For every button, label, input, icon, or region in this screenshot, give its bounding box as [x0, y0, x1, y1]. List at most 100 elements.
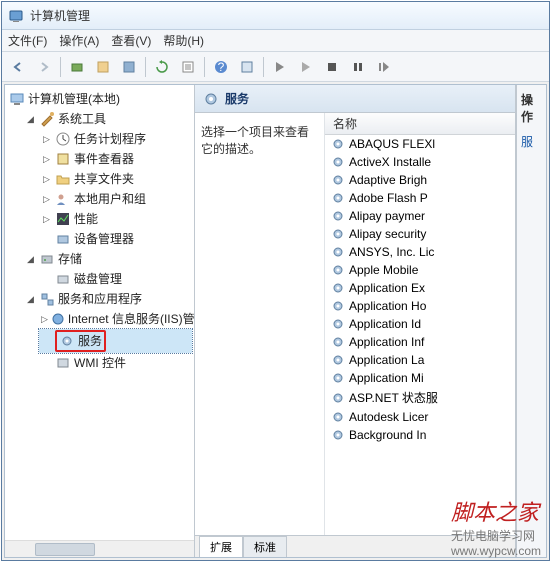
service-item[interactable]: Apple Mobile	[325, 261, 515, 279]
pause-button[interactable]	[346, 55, 370, 79]
tab-extended[interactable]: 扩展	[199, 536, 243, 557]
actions-header: 操作	[521, 91, 542, 125]
app-window: 计算机管理 文件(F) 操作(A) 查看(V) 帮助(H) ?	[1, 1, 550, 561]
middle-panel: 服务 选择一个项目来查看它的描述。 名称 ABAQUS FLEXlActiveX…	[195, 85, 516, 557]
play2-button[interactable]	[294, 55, 318, 79]
tree-wmi[interactable]: WMI 控件	[39, 353, 192, 373]
toolbar: ?	[2, 52, 549, 82]
play-button[interactable]	[268, 55, 292, 79]
help-button[interactable]: ?	[209, 55, 233, 79]
services-list-body[interactable]: ABAQUS FLEXl ActiveX Installe Adaptive Bri…	[325, 135, 515, 535]
service-item[interactable]: Application Ex	[325, 279, 515, 297]
expand-icon[interactable]: ▷	[41, 134, 52, 145]
service-name: Apple Mobile	[349, 263, 418, 277]
actions-services[interactable]: 服	[521, 133, 542, 150]
tab-standard[interactable]: 标准	[243, 536, 287, 557]
tree-services-apps[interactable]: ◢ 服务和应用程序	[23, 289, 192, 309]
service-item[interactable]: Application La	[325, 351, 515, 369]
middle-header: 服务	[195, 85, 515, 113]
expand-icon[interactable]: ▷	[41, 154, 52, 165]
menu-view[interactable]: 查看(V)	[111, 32, 151, 49]
clock-icon	[55, 131, 71, 147]
tree-root[interactable]: 计算机管理(本地)	[7, 89, 192, 109]
expand-icon[interactable]: ▷	[41, 214, 52, 225]
service-item[interactable]: ActiveX Installe	[325, 153, 515, 171]
titlebar[interactable]: 计算机管理	[2, 2, 549, 30]
service-item[interactable]: Application Ho	[325, 297, 515, 315]
service-item[interactable]: Application Mi	[325, 369, 515, 387]
service-name: ASP.NET 状态服	[349, 389, 438, 406]
tree-performance[interactable]: ▷性能	[39, 209, 192, 229]
computer-icon	[9, 91, 25, 107]
app-icon	[8, 8, 24, 24]
service-name: Alipay paymer	[349, 209, 425, 223]
service-item[interactable]: ASP.NET 状态服	[325, 387, 515, 408]
iis-icon	[51, 311, 65, 327]
collapse-icon[interactable]: ◢	[25, 114, 36, 125]
gear-icon	[331, 428, 345, 442]
export-button[interactable]	[117, 55, 141, 79]
service-name: ActiveX Installe	[349, 155, 431, 169]
tree-local-users[interactable]: ▷本地用户和组	[39, 189, 192, 209]
gear-icon	[331, 353, 345, 367]
tree-services[interactable]: 服务	[39, 329, 192, 353]
disk-icon	[55, 271, 71, 287]
gear-icon	[331, 173, 345, 187]
expand-icon[interactable]: ▷	[41, 174, 52, 185]
tree-disk-management[interactable]: 磁盘管理	[39, 269, 192, 289]
service-item[interactable]: Alipay security	[325, 225, 515, 243]
watermark: 脚本之家 无忧电脑学习网 www.wypcw.com	[451, 495, 541, 558]
stop-button[interactable]	[65, 55, 89, 79]
menu-action[interactable]: 操作(A)	[59, 32, 99, 49]
forward-button[interactable]	[32, 55, 56, 79]
gear-icon	[331, 263, 345, 277]
export-list-button[interactable]	[176, 55, 200, 79]
service-name: Adobe Flash P	[349, 191, 428, 205]
tools-icon	[39, 111, 55, 127]
service-item[interactable]: Adaptive Brigh	[325, 171, 515, 189]
gear-icon	[331, 227, 345, 241]
tree-scrollbar[interactable]	[5, 540, 194, 557]
gear-icon	[331, 410, 345, 424]
storage-icon	[39, 251, 55, 267]
service-item[interactable]: ANSYS, Inc. Lic	[325, 243, 515, 261]
service-name: Adaptive Brigh	[349, 173, 427, 187]
service-item[interactable]: Autodesk Licer	[325, 408, 515, 426]
service-item[interactable]: Alipay paymer	[325, 207, 515, 225]
service-name: Application Mi	[349, 371, 424, 385]
service-item[interactable]: Adobe Flash P	[325, 189, 515, 207]
apps-icon	[39, 291, 55, 307]
expand-icon[interactable]: ▷	[41, 314, 48, 325]
collapse-icon[interactable]: ◢	[25, 254, 36, 265]
stop2-button[interactable]	[320, 55, 344, 79]
tree-storage[interactable]: ◢ 存储	[23, 249, 192, 269]
expand-icon[interactable]: ▷	[41, 194, 52, 205]
tree-task-scheduler[interactable]: ▷任务计划程序	[39, 129, 192, 149]
back-button[interactable]	[6, 55, 30, 79]
tree-system-tools[interactable]: ◢ 系统工具	[23, 109, 192, 129]
service-name: Alipay security	[349, 227, 426, 241]
gear-icon	[203, 91, 219, 107]
menu-file[interactable]: 文件(F)	[8, 32, 47, 49]
service-item[interactable]: Application Id	[325, 315, 515, 333]
tree-panel: 计算机管理(本地) ◢ 系统工具 ▷任务计划程序 ▷事件查看器	[5, 85, 195, 557]
service-item[interactable]: Background In	[325, 426, 515, 444]
refresh-button[interactable]	[150, 55, 174, 79]
menu-help[interactable]: 帮助(H)	[163, 32, 204, 49]
gear-icon	[59, 333, 75, 349]
properties-button[interactable]	[91, 55, 115, 79]
tree-device-manager[interactable]: 设备管理器	[39, 229, 192, 249]
collapse-icon[interactable]: ◢	[25, 294, 36, 305]
menubar: 文件(F) 操作(A) 查看(V) 帮助(H)	[2, 30, 549, 52]
tree-event-viewer[interactable]: ▷事件查看器	[39, 149, 192, 169]
column-header-name[interactable]: 名称	[325, 113, 515, 135]
tree-iis[interactable]: ▷Internet 信息服务(IIS)管	[39, 309, 192, 329]
service-item[interactable]: Application Inf	[325, 333, 515, 351]
gear-icon	[331, 391, 345, 405]
service-item[interactable]: ABAQUS FLEXl	[325, 135, 515, 153]
gear-icon	[331, 299, 345, 313]
content-area: 计算机管理(本地) ◢ 系统工具 ▷任务计划程序 ▷事件查看器	[4, 84, 547, 558]
restart-button[interactable]	[372, 55, 396, 79]
prop-sheet-button[interactable]	[235, 55, 259, 79]
tree-shared-folders[interactable]: ▷共享文件夹	[39, 169, 192, 189]
